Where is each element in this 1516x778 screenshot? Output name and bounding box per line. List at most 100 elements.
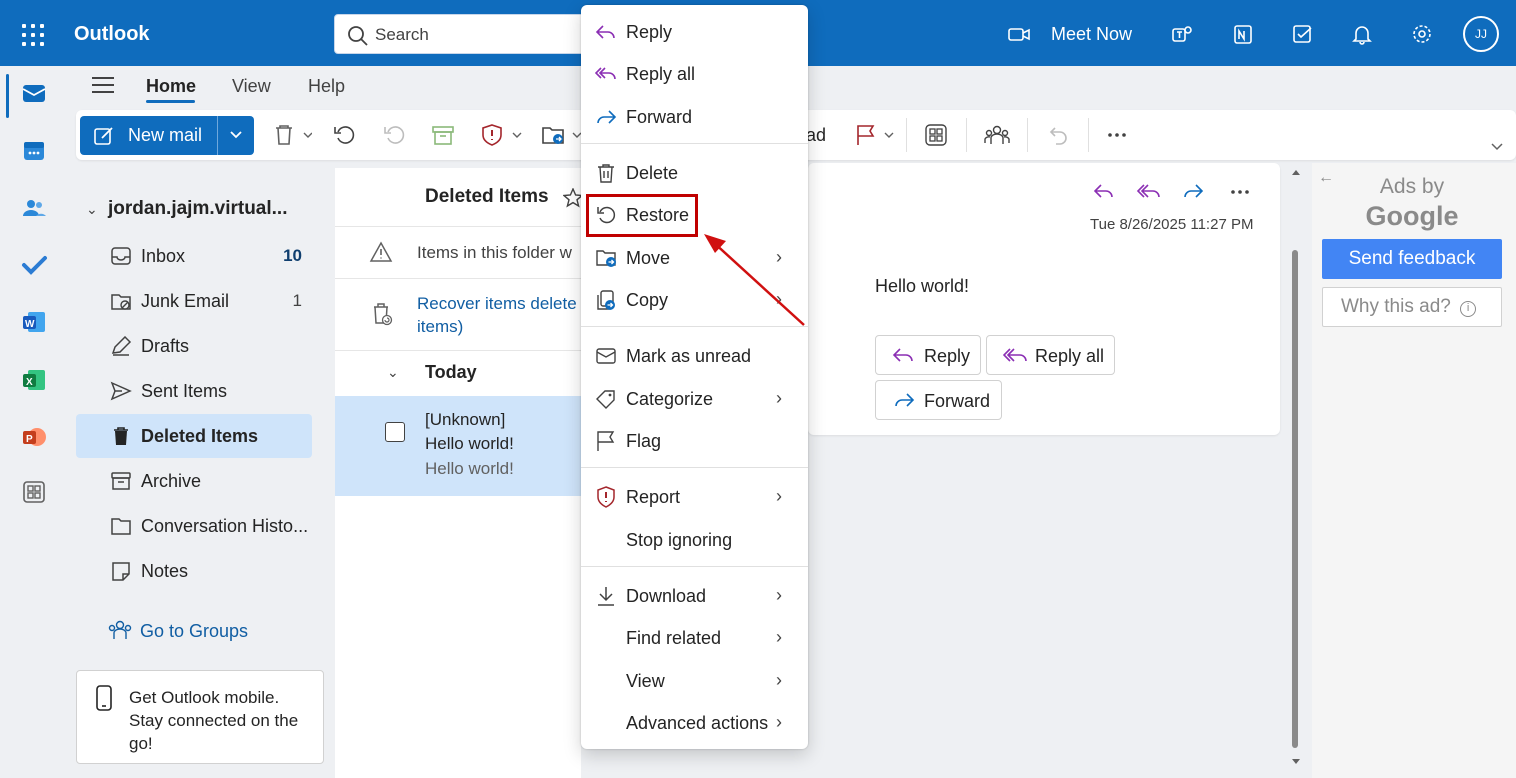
folder-junk-email[interactable]: Junk Email 1 bbox=[76, 279, 312, 323]
folder-sent-items[interactable]: Sent Items bbox=[76, 369, 312, 413]
reading-pane: Tue 8/26/2025 11:27 PM Hello world! Repl… bbox=[808, 163, 1280, 435]
tab-help[interactable]: Help bbox=[308, 76, 345, 97]
delete-icon[interactable] bbox=[272, 124, 312, 146]
meet-now-button[interactable]: Meet Now bbox=[1051, 24, 1132, 45]
message-checkbox[interactable] bbox=[385, 422, 405, 442]
message-date: Tue 8/26/2025 11:27 PM bbox=[1090, 216, 1254, 233]
onenote-icon[interactable] bbox=[1231, 23, 1255, 45]
mail-icon bbox=[596, 348, 616, 364]
reply-all-button[interactable]: Reply all bbox=[986, 335, 1115, 375]
chevron-down-icon: ⌄ bbox=[86, 201, 98, 217]
todo-app-icon[interactable] bbox=[20, 252, 48, 278]
app-launcher-icon[interactable] bbox=[22, 24, 44, 46]
menu-item-report[interactable]: Report › bbox=[581, 477, 808, 517]
menu-item-reply-all[interactable]: Reply all bbox=[581, 54, 808, 94]
message-preview: Hello world! bbox=[425, 459, 514, 478]
archive-icon[interactable] bbox=[431, 124, 455, 146]
tab-home[interactable]: Home bbox=[146, 76, 196, 97]
forward-label: Forward bbox=[924, 391, 991, 411]
folder-conversation-history[interactable]: Conversation Histo... bbox=[76, 504, 312, 548]
folder-archive[interactable]: Archive bbox=[76, 459, 312, 503]
groups-icon[interactable] bbox=[984, 124, 1010, 146]
video-camera-icon[interactable] bbox=[1007, 23, 1031, 45]
avatar[interactable]: JJ bbox=[1463, 16, 1499, 52]
menu-item-download[interactable]: Download › bbox=[581, 576, 808, 616]
menu-item-label: Report bbox=[626, 487, 681, 507]
download-icon bbox=[598, 587, 614, 606]
vertical-scrollbar[interactable] bbox=[1292, 168, 1300, 768]
menu-item-flag[interactable]: Flag bbox=[581, 421, 808, 461]
menu-item-delete[interactable]: Delete bbox=[581, 153, 808, 193]
reply-all-icon bbox=[1003, 348, 1027, 362]
recover-items-row[interactable]: Recover items delete items) bbox=[335, 278, 581, 350]
menu-item-forward[interactable]: Forward bbox=[581, 97, 808, 137]
folder-deleted-items[interactable]: Deleted Items bbox=[76, 414, 312, 458]
active-tab-indicator bbox=[146, 100, 195, 103]
todo-icon[interactable] bbox=[1291, 23, 1315, 45]
restore-icon[interactable] bbox=[333, 124, 355, 146]
more-apps-icon[interactable] bbox=[20, 479, 48, 505]
move-to-folder-icon[interactable] bbox=[541, 124, 581, 146]
menu-item-label: Advanced actions bbox=[626, 713, 769, 733]
gear-icon[interactable] bbox=[1410, 23, 1434, 45]
scroll-down-arrow-icon[interactable] bbox=[1291, 758, 1301, 766]
menu-item-find-related[interactable]: Find related › bbox=[581, 618, 808, 658]
hamburger-menu-icon[interactable] bbox=[92, 77, 114, 95]
folder-inbox[interactable]: Inbox 10 bbox=[76, 234, 312, 278]
reply-all-icon[interactable] bbox=[1136, 181, 1162, 203]
forward-button[interactable]: Forward bbox=[875, 380, 1002, 420]
account-header[interactable]: ⌄ jordan.jajm.virtual... bbox=[86, 198, 288, 220]
outlook-mobile-promo[interactable]: Get Outlook mobile. Stay connected on th… bbox=[76, 670, 324, 764]
menu-item-reply[interactable]: Reply bbox=[581, 12, 808, 52]
powerpoint-app-icon[interactable]: P bbox=[20, 424, 48, 450]
tab-view[interactable]: View bbox=[232, 76, 271, 97]
reply-icon bbox=[595, 25, 615, 39]
reply-button[interactable]: Reply bbox=[875, 335, 981, 375]
folder-drafts[interactable]: Drafts bbox=[76, 324, 312, 368]
chevron-down-icon[interactable] bbox=[229, 130, 243, 140]
teams-icon[interactable] bbox=[1170, 23, 1194, 45]
go-to-groups-link[interactable]: Go to Groups bbox=[108, 620, 248, 642]
menu-item-stop-ignoring[interactable]: Stop ignoring bbox=[581, 520, 808, 560]
more-options-icon[interactable] bbox=[1107, 132, 1127, 138]
menu-item-view[interactable]: View › bbox=[581, 661, 808, 701]
menu-item-mark-as-unread[interactable]: Mark as unread bbox=[581, 336, 808, 376]
people-app-icon[interactable] bbox=[20, 195, 48, 221]
why-this-ad-button[interactable]: Why this ad? i bbox=[1322, 287, 1502, 327]
new-mail-divider bbox=[217, 116, 218, 155]
why-this-ad-label: Why this ad? bbox=[1341, 296, 1451, 317]
menu-item-advanced-actions[interactable]: Advanced actions › bbox=[581, 703, 808, 743]
reply-icon[interactable] bbox=[1092, 181, 1116, 203]
word-app-icon[interactable]: W bbox=[20, 309, 48, 335]
unread-count: 1 bbox=[292, 291, 302, 310]
groups-icon bbox=[108, 620, 132, 639]
chevron-down-icon[interactable]: ⌄ bbox=[387, 364, 399, 381]
forward-icon[interactable] bbox=[1181, 181, 1205, 203]
flag-icon[interactable] bbox=[855, 124, 897, 146]
recover-items-link-cont[interactable]: items) bbox=[417, 315, 463, 338]
favorite-star-icon[interactable] bbox=[563, 188, 583, 208]
excel-app-icon[interactable]: X bbox=[20, 367, 48, 393]
apps-grid-icon[interactable] bbox=[925, 124, 947, 146]
undo-disabled-icon bbox=[384, 126, 405, 144]
delete-icon bbox=[598, 164, 614, 183]
read-unread-button[interactable]: ad bbox=[806, 125, 826, 146]
mail-app-icon[interactable] bbox=[20, 80, 48, 106]
new-mail-label: New mail bbox=[128, 125, 203, 145]
send-feedback-button[interactable]: Send feedback bbox=[1322, 239, 1502, 279]
ribbon-expand-chevron-icon[interactable] bbox=[1490, 142, 1504, 152]
scroll-up-arrow-icon[interactable] bbox=[1291, 168, 1301, 176]
recover-items-link[interactable]: Recover items delete bbox=[417, 292, 577, 315]
calendar-app-icon[interactable] bbox=[20, 138, 48, 164]
new-mail-button[interactable]: New mail bbox=[80, 116, 254, 155]
report-icon[interactable] bbox=[481, 124, 525, 146]
scrollbar-thumb[interactable] bbox=[1292, 250, 1298, 748]
folder-label: Archive bbox=[141, 471, 202, 491]
menu-item-categorize[interactable]: Categorize › bbox=[581, 379, 808, 419]
folder-notes[interactable]: Notes bbox=[76, 549, 312, 593]
bell-icon[interactable] bbox=[1350, 23, 1374, 45]
more-actions-icon[interactable] bbox=[1230, 189, 1250, 195]
message-item[interactable]: [Unknown] Hello world! Hello world! bbox=[335, 396, 581, 496]
ribbon-separator bbox=[906, 118, 907, 152]
svg-text:X: X bbox=[26, 377, 33, 388]
